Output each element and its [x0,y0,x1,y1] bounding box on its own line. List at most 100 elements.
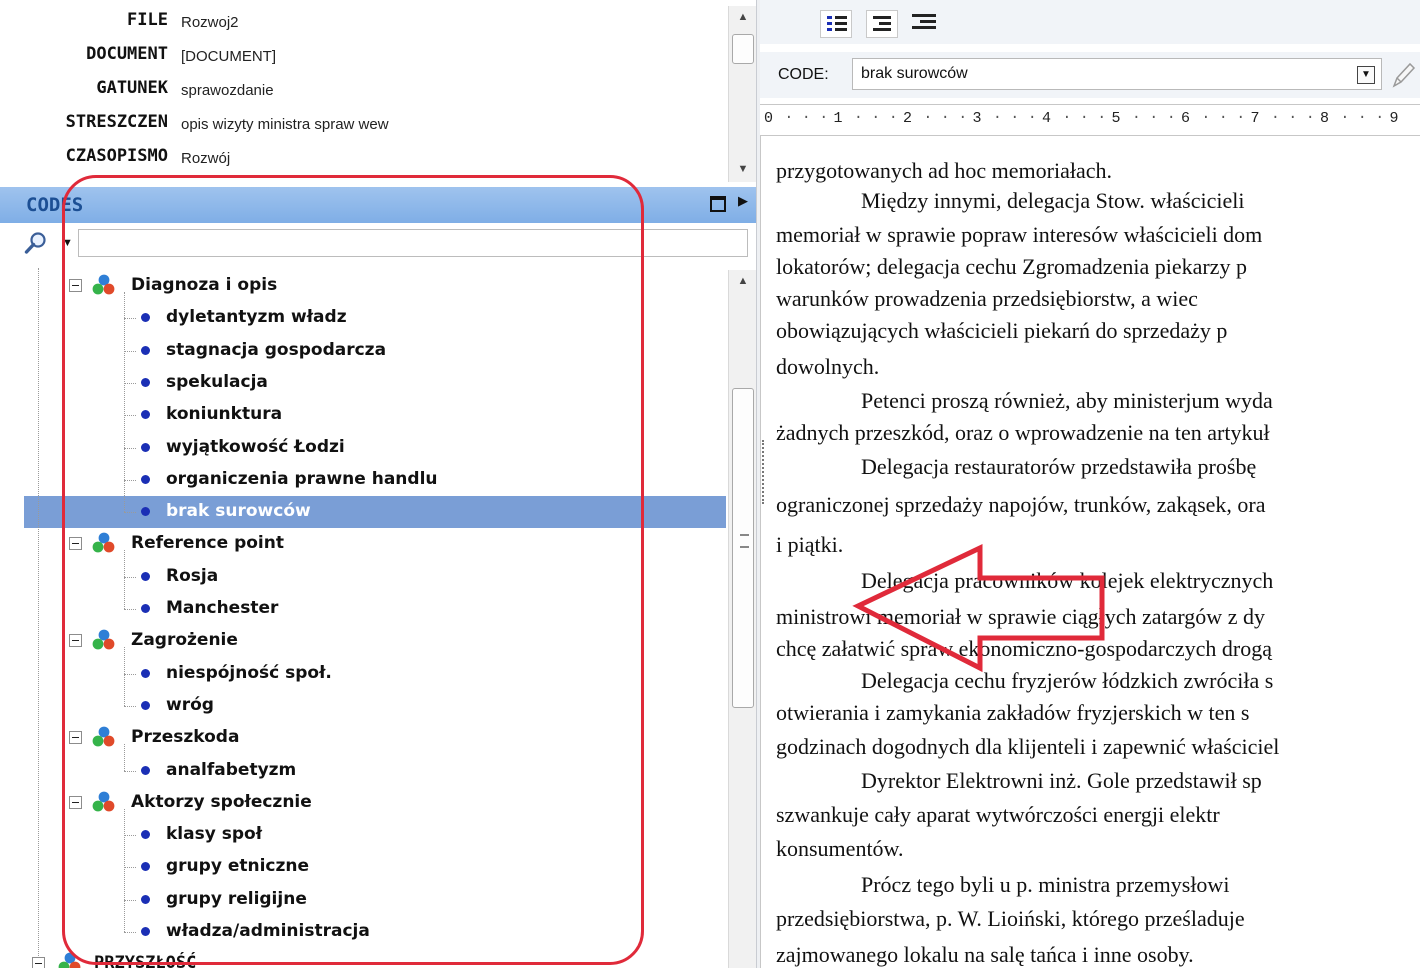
document-line: dowolnych. [776,354,880,379]
code-bar: CODE: brak surowców ▼ [760,52,1420,98]
tree-item-label: grupy etniczne [166,856,310,877]
search-icon[interactable] [24,231,48,255]
tree-connector [124,899,136,901]
codes-tree-scrollbar[interactable]: ▲ [728,270,757,968]
tree-item[interactable]: organiczenia prawne handlu [24,464,726,496]
collapse-icon[interactable] [32,957,45,968]
tree-item-label: stagnacja gospodarcza [166,339,387,360]
ruler-tick: · [940,109,950,126]
tree-item[interactable]: stagnacja gospodarcza [24,335,726,367]
tree-item[interactable]: niespójność społ. [24,658,726,690]
tree-item[interactable]: grupy religijne [24,884,726,916]
tree-category[interactable]: Zagrożenie [24,625,726,657]
document-text[interactable]: przygotowanych ad hoc memoriałach. Między… [760,136,1420,968]
tree-item-label: władza/administracja [166,921,370,941]
panel-menu-arrow-icon[interactable]: ▶ [738,193,748,209]
metadata-value[interactable]: Rozwój [181,150,230,167]
tree-item-label: grupy religijne [166,888,307,909]
metadata-value[interactable]: Rozwoj2 [181,14,239,31]
ruler-tick: · [1062,109,1072,126]
metadata-value[interactable]: [DOCUMENT] [181,48,276,65]
document-line: żadnych przeszkód, oraz o wprowadzenie n… [776,420,1270,445]
tree-connector [124,609,136,610]
tree-category[interactable]: Reference point [24,528,726,560]
metadata-scrollbar[interactable]: ▲ ▼ [728,6,757,182]
scrollbar-grip-icon [740,534,749,548]
tree-category[interactable]: Przeszkoda [24,722,726,754]
code-dot-icon [141,862,150,872]
code-dot-icon [141,507,150,517]
tree-connector [124,350,136,352]
document-line: warunków prowadzenia przedsiębiorstw, a … [776,286,1198,311]
code-select-value: brak surowców [861,65,968,82]
scrollbar-thumb[interactable] [732,388,754,708]
codes-search-input[interactable] [78,229,748,257]
ruler-tick: · [1079,109,1089,126]
scroll-down-arrow-icon[interactable]: ▼ [729,158,757,180]
code-category-icon [92,791,115,812]
metadata-value[interactable]: sprawozdanie [181,82,274,99]
tree-item[interactable]: wróg [24,690,726,722]
scroll-up-arrow-icon[interactable]: ▲ [729,6,757,28]
scroll-up-arrow-icon[interactable]: ▲ [729,270,757,292]
search-options-chevron-down-icon[interactable]: ▼ [62,237,73,249]
code-select[interactable]: brak surowców ▼ [852,58,1382,90]
tree-connector [124,512,136,514]
code-dot-icon [141,604,150,613]
tree-item-label: organiczenia prawne handlu [166,468,438,489]
tree-item[interactable]: spekulacja [24,367,726,399]
ruler-tick: · [923,109,933,126]
tree-item[interactable]: grupy etniczne [24,851,726,883]
tree-category[interactable]: Aktorzy społecznie [24,787,726,819]
collapse-icon[interactable] [69,279,82,292]
tree-item[interactable]: koniunktura [24,399,726,431]
document-toolbar [760,0,1420,44]
ruler-tick: · [888,109,898,126]
tree-item-label: spekulacja [166,371,268,392]
code-dot-icon [141,345,150,355]
tree-item[interactable]: Rosja [24,561,726,593]
ruler-number: 2 [903,110,913,127]
code-dot-icon [141,765,150,775]
ruler-tick: · [1305,109,1315,126]
ruler-tick: · [1010,109,1020,126]
maximize-icon[interactable] [710,196,726,212]
tree-item-selected[interactable]: brak surowców [24,496,726,529]
chevron-down-icon[interactable]: ▼ [1357,66,1375,84]
ruler-tick: · [1288,109,1298,126]
scrollbar-thumb[interactable] [732,34,754,64]
collapse-icon[interactable] [69,537,82,551]
tree-item-label: wyjątkowość Łodzi [166,436,345,457]
list-bullets-button[interactable] [820,10,852,38]
tree-item-label: analfabetyzm [166,759,297,780]
tree-item[interactable]: wyjątkowość Łodzi [24,432,726,464]
tree-root-node[interactable]: PRZYSZŁOŚĆ [0,948,702,968]
document-line: przedsiębiorstwa, p. W. Lioiński, któreg… [776,906,1245,931]
tree-category-label: Zagrożenie [131,630,238,651]
metadata-row: FILE Rozwoj2 [0,6,728,36]
metadata-key: STRESZCZEN [65,112,168,132]
code-dot-icon [141,927,150,936]
collapse-icon[interactable] [69,795,82,809]
tree-item[interactable]: klasy społ [24,819,726,851]
tree-item-label: klasy społ [166,824,262,845]
ruler-tick: · [1201,109,1211,126]
metadata-value[interactable]: opis wizyty ministra spraw wew [181,116,389,133]
tree-item[interactable]: Manchester [24,593,726,625]
tree-root-label: PRZYSZŁOŚĆ [94,953,197,968]
tree-category[interactable]: Diagnoza i opis [24,270,726,302]
metadata-row: GATUNEK sprawozdanie [0,74,728,104]
metadata-row: DOCUMENT [DOCUMENT] [0,40,728,70]
code-dot-icon [141,377,150,387]
indent-icon[interactable] [912,12,938,34]
collapse-icon[interactable] [69,731,82,745]
collapse-icon[interactable] [69,634,82,648]
ruler-tick: · [1149,109,1159,126]
pen-icon[interactable] [1388,60,1416,90]
metadata-key: GATUNEK [96,78,168,98]
tree-item[interactable]: władza/administracja [24,916,726,948]
tree-item[interactable]: dyletantyzm władz [24,302,726,334]
tree-item[interactable]: analfabetyzm [24,755,726,787]
metadata-row: STRESZCZEN opis wizyty ministra spraw wew [0,108,728,138]
outdent-button[interactable] [866,10,898,38]
